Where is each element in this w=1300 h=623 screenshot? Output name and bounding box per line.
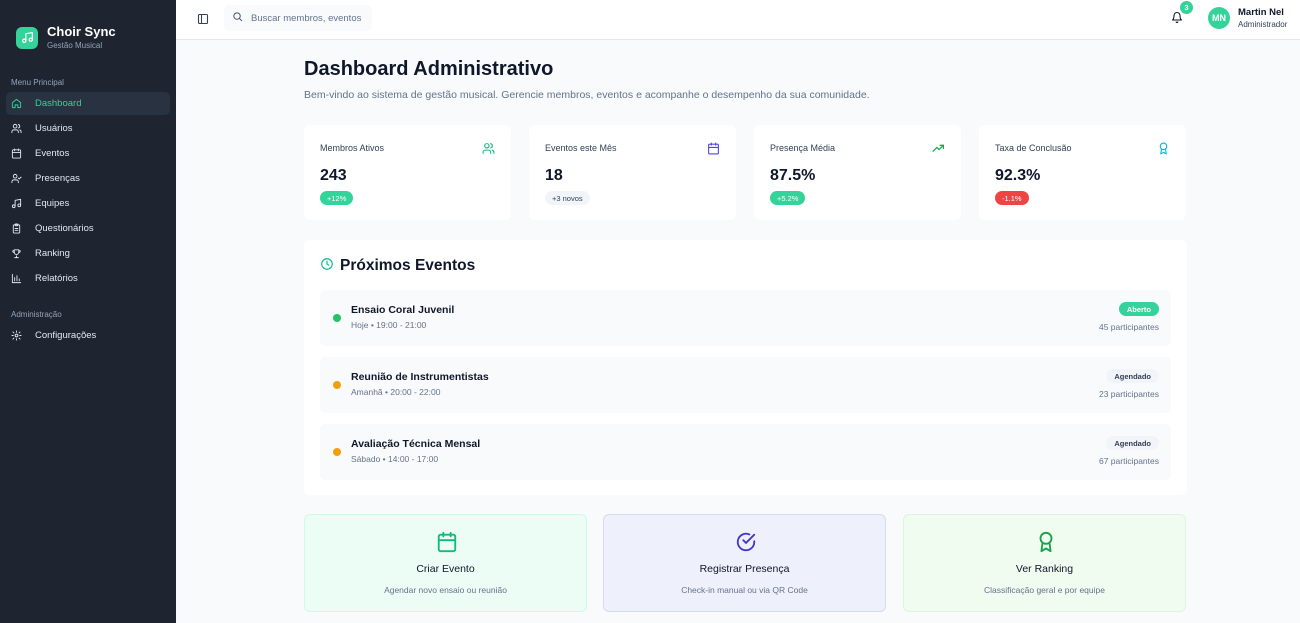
event-row[interactable]: Ensaio Coral Juvenil Hoje • 19:00 - 21:0…	[320, 290, 1171, 346]
event-name: Ensaio Coral Juvenil	[351, 304, 455, 316]
bar-chart-icon	[11, 273, 22, 284]
stat-label: Membros Ativos	[320, 143, 385, 153]
action-subtitle: Classificação geral e por equipe	[984, 585, 1105, 595]
home-icon	[11, 98, 22, 109]
search-input[interactable]: Buscar membros, eventos	[224, 5, 372, 31]
event-time: Amanhã • 20:00 - 22:00	[351, 387, 441, 397]
sidebar-item-label: Equipes	[35, 198, 70, 209]
users-icon	[11, 123, 22, 134]
sidebar-item-usuarios[interactable]: Usuários	[6, 117, 170, 140]
gear-icon	[11, 330, 22, 341]
users-icon	[482, 142, 495, 155]
status-dot	[333, 448, 341, 456]
event-name: Reunião de Instrumentistas	[351, 371, 489, 383]
stat-label: Presença Média	[770, 143, 836, 153]
status-dot	[333, 314, 341, 322]
stat-label: Taxa de Conclusão	[995, 143, 1072, 153]
stat-card-eventos[interactable]: Eventos este Mês 18 +3 novos	[529, 125, 736, 220]
notification-badge: 3	[1180, 1, 1193, 14]
sidebar-item-label: Relatórios	[35, 273, 78, 284]
sidebar-item-equipes[interactable]: Equipes	[6, 192, 170, 215]
stat-badge: +3 novos	[545, 191, 590, 205]
section-label-admin: Administração	[11, 310, 62, 319]
stat-card-presenca[interactable]: Presença Média 87.5% +5.2%	[754, 125, 961, 220]
award-icon	[1157, 142, 1170, 155]
sidebar-toggle-icon[interactable]	[197, 12, 209, 25]
participants-count: 67 participantes	[1098, 456, 1159, 466]
sidebar-item-presencas[interactable]: Presenças	[6, 167, 170, 190]
award-icon	[1035, 531, 1057, 553]
trophy-icon	[11, 248, 22, 259]
status-badge: Agendado	[1106, 369, 1159, 383]
create-event-button[interactable]: Criar Evento Agendar novo ensaio ou reun…	[304, 514, 587, 612]
event-row[interactable]: Reunião de Instrumentistas Amanhã • 20:0…	[320, 357, 1171, 413]
clock-icon	[320, 257, 334, 271]
topbar: Buscar membros, eventos 3 MN Martin Nel …	[176, 0, 1300, 40]
avatar[interactable]: MN	[1208, 7, 1230, 29]
stat-badge: -1.1%	[995, 191, 1029, 205]
register-attendance-button[interactable]: Registrar Presença Check-in manual ou vi…	[603, 514, 886, 612]
action-subtitle: Check-in manual ou via QR Code	[681, 585, 808, 595]
sidebar: Choir Sync Gestão Musical Menu Principal…	[0, 0, 176, 623]
participants-count: 23 participantes	[1098, 389, 1159, 399]
bell-icon[interactable]	[1171, 11, 1183, 24]
stat-value: 18	[545, 167, 563, 184]
view-ranking-button[interactable]: Ver Ranking Classificação geral e por eq…	[903, 514, 1186, 612]
brand[interactable]: Choir Sync Gestão Musical	[0, 0, 176, 60]
page-subtitle: Bem-vindo ao sistema de gestão musical. …	[304, 89, 870, 101]
sidebar-item-dashboard[interactable]: Dashboard	[6, 92, 170, 115]
event-name: Avaliação Técnica Mensal	[351, 438, 481, 450]
action-title: Criar Evento	[416, 563, 475, 575]
calendar-icon	[707, 142, 720, 155]
trending-up-icon	[932, 142, 945, 155]
upcoming-events-panel: Próximos Eventos Ensaio Coral Juvenil Ho…	[304, 240, 1187, 495]
events-title: Próximos Eventos	[340, 257, 476, 274]
search-icon	[232, 9, 243, 27]
app-name: Choir Sync	[47, 23, 116, 39]
section-label-main: Menu Principal	[11, 78, 64, 87]
calendar-icon	[436, 531, 458, 553]
calendar-icon	[11, 148, 22, 159]
page-title: Dashboard Administrativo	[304, 58, 554, 80]
sidebar-item-label: Questionários	[35, 223, 94, 234]
sidebar-item-relatorios[interactable]: Relatórios	[6, 267, 170, 290]
status-badge: Agendado	[1106, 436, 1159, 450]
status-dot	[333, 381, 341, 389]
action-subtitle: Agendar novo ensaio ou reunião	[384, 585, 507, 595]
action-title: Ver Ranking	[1015, 563, 1074, 575]
status-badge: Aberto	[1118, 302, 1159, 316]
sidebar-item-label: Eventos	[35, 148, 70, 159]
user-check-icon	[11, 173, 22, 184]
stat-value: 243	[320, 167, 347, 184]
music-icon	[11, 198, 22, 209]
app-subtitle: Gestão Musical	[47, 40, 103, 50]
sidebar-item-label: Configurações	[35, 330, 97, 341]
sidebar-item-ranking[interactable]: Ranking	[6, 242, 170, 265]
clipboard-icon	[11, 223, 22, 234]
user-name[interactable]: Martin Nel	[1238, 7, 1284, 18]
sidebar-item-label: Dashboard	[35, 98, 82, 109]
stat-card-membros[interactable]: Membros Ativos 243 +12%	[304, 125, 511, 220]
event-time: Hoje • 19:00 - 21:00	[351, 320, 427, 330]
sidebar-item-label: Presenças	[35, 173, 80, 184]
search-placeholder: Buscar membros, eventos	[251, 12, 362, 24]
sidebar-item-label: Usuários	[35, 123, 73, 134]
music-note-icon	[16, 26, 38, 49]
stat-badge: +5.2%	[770, 191, 806, 205]
sidebar-item-eventos[interactable]: Eventos	[6, 142, 170, 165]
sidebar-item-label: Ranking	[35, 248, 70, 259]
check-circle-icon	[735, 531, 757, 553]
stat-badge: +12%	[320, 191, 354, 205]
stat-card-conclusao[interactable]: Taxa de Conclusão 92.3% -1.1%	[979, 125, 1186, 220]
action-title: Registrar Presença	[699, 563, 790, 575]
sidebar-item-questionarios[interactable]: Questionários	[6, 217, 170, 240]
stat-value: 87.5%	[770, 167, 816, 184]
stat-value: 92.3%	[995, 167, 1041, 184]
stat-label: Eventos este Mês	[545, 143, 617, 153]
user-role: Administrador	[1238, 20, 1288, 29]
participants-count: 45 participantes	[1098, 322, 1159, 332]
sidebar-item-configuracoes[interactable]: Configurações	[6, 324, 170, 347]
event-time: Sábado • 14:00 - 17:00	[351, 454, 439, 464]
event-row[interactable]: Avaliação Técnica Mensal Sábado • 14:00 …	[320, 424, 1171, 480]
